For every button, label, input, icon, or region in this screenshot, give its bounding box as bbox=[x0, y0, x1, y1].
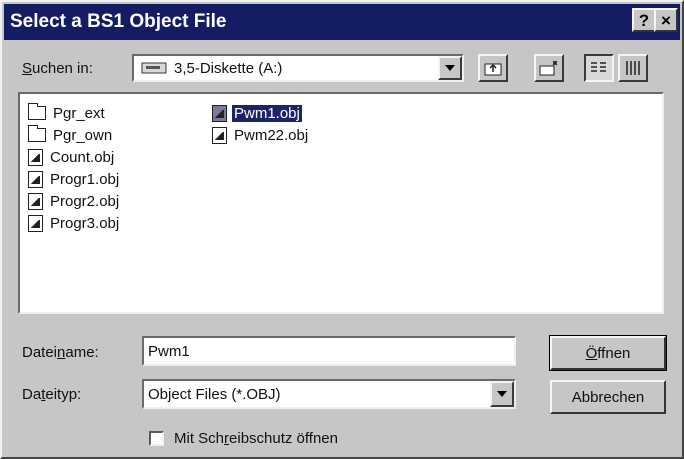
look-in-label: Suchen in: bbox=[22, 60, 93, 77]
file-item-count[interactable]: Count.obj bbox=[28, 146, 121, 168]
up-one-level-icon bbox=[484, 63, 502, 76]
filename-input[interactable]: Pwm1 bbox=[142, 336, 516, 366]
list-view-icon bbox=[591, 62, 606, 72]
chevron-down-icon bbox=[497, 391, 507, 397]
file-list[interactable]: Pgr_ext Pgr_own Count.obj Progr1.obj Pro… bbox=[18, 92, 664, 314]
filetype-select[interactable]: Object Files (*.OBJ) bbox=[142, 379, 516, 409]
file-dialog: Select a BS1 Object File ? × Suchen in: … bbox=[0, 0, 684, 459]
folder-item-pgr-ext[interactable]: Pgr_ext bbox=[28, 102, 121, 124]
folder-item-pgr-own[interactable]: Pgr_own bbox=[28, 124, 121, 146]
filename-value: Pwm1 bbox=[148, 342, 190, 360]
close-button[interactable]: × bbox=[654, 8, 678, 32]
look-in-dropdown-button[interactable] bbox=[438, 56, 462, 80]
object-file-icon bbox=[212, 126, 227, 144]
filename-label: Dateiname: bbox=[22, 344, 99, 361]
list-view-button[interactable] bbox=[584, 54, 614, 82]
look-in-combo[interactable]: 3,5-Diskette (A:) bbox=[132, 54, 464, 82]
new-folder-icon bbox=[539, 60, 558, 76]
folder-icon bbox=[28, 103, 46, 120]
file-item-progr1[interactable]: Progr1.obj bbox=[28, 168, 121, 190]
open-button[interactable]: Öffnen bbox=[549, 335, 667, 371]
file-list-column-2: Pwm1.obj Pwm22.obj bbox=[212, 102, 310, 146]
file-item-progr2[interactable]: Progr2.obj bbox=[28, 190, 121, 212]
file-item-pwm22[interactable]: Pwm22.obj bbox=[212, 124, 310, 146]
filetype-label: Dateityp: bbox=[22, 386, 82, 403]
file-item-progr3[interactable]: Progr3.obj bbox=[28, 212, 121, 234]
up-one-level-button[interactable] bbox=[478, 54, 508, 82]
title-bar[interactable]: Select a BS1 Object File bbox=[4, 4, 680, 40]
details-view-icon bbox=[626, 61, 640, 75]
look-in-value: 3,5-Diskette (A:) bbox=[174, 59, 283, 77]
window-title: Select a BS1 Object File bbox=[10, 11, 227, 32]
floppy-drive-icon bbox=[141, 62, 167, 74]
details-view-button[interactable] bbox=[618, 54, 648, 82]
object-file-icon bbox=[28, 214, 43, 232]
filetype-value: Object Files (*.OBJ) bbox=[148, 385, 281, 403]
new-folder-button[interactable] bbox=[534, 54, 564, 82]
file-item-pwm1[interactable]: Pwm1.obj bbox=[212, 102, 310, 124]
file-list-column-1: Pgr_ext Pgr_own Count.obj Progr1.obj Pro… bbox=[28, 102, 121, 234]
object-file-icon bbox=[28, 148, 43, 166]
help-button[interactable]: ? bbox=[632, 8, 656, 32]
readonly-label[interactable]: Mit Schreibschutz öffnen bbox=[174, 430, 338, 447]
cancel-button[interactable]: Abbrechen bbox=[550, 380, 666, 414]
object-file-icon bbox=[28, 170, 43, 188]
object-file-icon bbox=[212, 104, 227, 122]
chevron-down-icon bbox=[445, 65, 455, 71]
filetype-dropdown-button[interactable] bbox=[490, 381, 514, 407]
object-file-icon bbox=[28, 192, 43, 210]
readonly-checkbox[interactable] bbox=[149, 431, 164, 446]
folder-icon bbox=[28, 125, 46, 142]
